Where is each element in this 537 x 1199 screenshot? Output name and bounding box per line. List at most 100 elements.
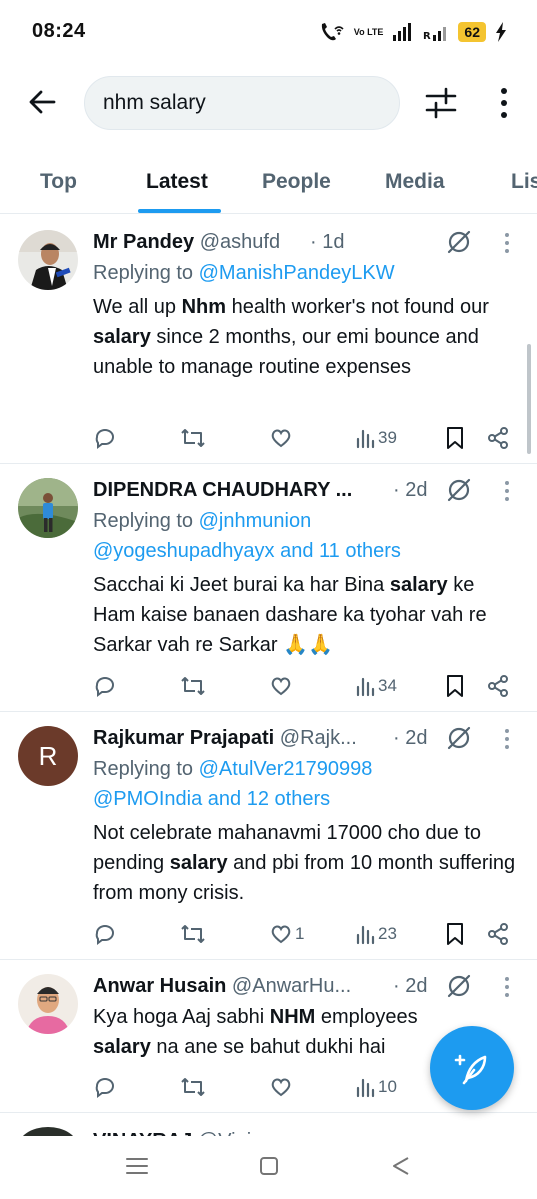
grok-icon[interactable] [445, 476, 473, 504]
recent-apps-button[interactable] [122, 1154, 152, 1178]
like-button[interactable] [269, 1073, 295, 1101]
bookmark-icon [447, 923, 463, 945]
share-button[interactable] [486, 920, 510, 948]
author-name[interactable]: Mr Pandey [93, 231, 194, 253]
search-input[interactable]: nhm salary [84, 76, 400, 130]
view-count: 34 [378, 676, 397, 695]
author-handle[interactable]: @ashufd [200, 231, 280, 253]
reply-button[interactable] [93, 672, 117, 700]
reply-icon [95, 429, 114, 449]
avatar[interactable] [18, 478, 78, 538]
tab-top[interactable]: Top [40, 170, 77, 194]
tab-media[interactable]: Media [385, 170, 445, 194]
back-nav-button[interactable] [386, 1154, 416, 1178]
tweet-more-button[interactable] [500, 726, 514, 752]
charging-icon [495, 22, 507, 42]
author-handle[interactable]: @Rajk... [280, 727, 357, 749]
back-button[interactable] [24, 84, 60, 120]
views-button[interactable]: 10 [356, 1073, 397, 1101]
scrollbar-thumb[interactable] [527, 344, 531, 454]
replying-prefix: Replying to [93, 510, 199, 532]
grok-icon[interactable] [445, 972, 473, 1000]
menu-lines-icon [126, 1158, 148, 1174]
reply-mention[interactable]: @jnhmunion [199, 510, 312, 532]
reply-mention[interactable]: @AtulVer21790998 [199, 758, 373, 780]
tweet[interactable]: R Rajkumar Prajapati @Rajk... · 2d Reply… [0, 712, 537, 960]
views-button[interactable]: 39 [356, 424, 397, 452]
reply-icon [95, 925, 114, 945]
reply-mentions-more[interactable]: @yogeshupadhyayx and 11 others [93, 536, 401, 566]
bookmark-icon [447, 675, 463, 697]
tweet[interactable]: Mr Pandey @ashufd · 1d Replying to @Mani… [0, 216, 537, 464]
share-icon [488, 923, 508, 945]
reply-mention[interactable]: @ManishPandeyLKW [199, 262, 395, 284]
retweet-icon [181, 1078, 205, 1096]
tab-latest[interactable]: Latest [146, 170, 208, 194]
back-triangle-icon [393, 1157, 409, 1175]
sliders-icon [425, 87, 457, 119]
tweet-text-segment: since 2 months, our emi bounce and unabl… [93, 326, 479, 378]
avatar[interactable]: R [18, 726, 78, 786]
like-button[interactable] [269, 672, 295, 700]
reply-button[interactable] [93, 424, 117, 452]
reply-icon [95, 677, 114, 697]
like-button[interactable]: 1 [269, 920, 304, 948]
grok-icon[interactable] [445, 228, 473, 256]
analytics-icon [356, 1078, 375, 1098]
share-button[interactable] [486, 424, 510, 452]
share-button[interactable] [486, 672, 510, 700]
active-tab-indicator [138, 209, 221, 213]
author-name[interactable]: Rajkumar Prajapati [93, 727, 274, 749]
reply-mentions-more[interactable]: @PMOIndia and 12 others [93, 784, 330, 814]
search-filter-button[interactable] [420, 84, 462, 122]
analytics-icon [356, 429, 375, 449]
bookmark-button[interactable] [445, 920, 465, 948]
replying-to: Replying to @ManishPandeyLKW [93, 258, 395, 288]
retweet-button[interactable] [179, 920, 207, 948]
replying-to: Replying to @jnhmunion [93, 506, 311, 536]
tweet-text-segment: We all up [93, 296, 182, 318]
retweet-button[interactable] [179, 1073, 207, 1101]
tweet-header: Anwar Husain @AnwarHu... [93, 972, 385, 1000]
avatar[interactable] [18, 230, 78, 290]
status-icons: Vo LTE R 62 [319, 18, 507, 46]
tweet-actions: 1 23 [93, 920, 518, 948]
arrow-left-icon [29, 90, 56, 114]
home-button[interactable] [254, 1154, 284, 1178]
grok-icon[interactable] [445, 724, 473, 752]
search-tabs: Top Latest People Media Lis [0, 152, 537, 214]
battery-icon: 62 [458, 22, 486, 42]
tweet-time: · 2d [393, 727, 428, 749]
author-name[interactable]: Anwar Husain [93, 975, 226, 997]
tweet-text-segment: Kya hoga Aaj sabhi [93, 1006, 270, 1028]
author-handle[interactable]: @AnwarHu... [232, 975, 351, 997]
like-button[interactable] [269, 424, 295, 452]
overflow-menu-button[interactable] [490, 84, 518, 122]
tweet-text-highlight: Nhm [181, 296, 227, 318]
retweet-button[interactable] [179, 424, 207, 452]
view-count: 10 [378, 1077, 397, 1096]
compose-tweet-button[interactable] [430, 1026, 514, 1110]
svg-text:R: R [423, 31, 431, 42]
retweet-button[interactable] [179, 672, 207, 700]
views-button[interactable]: 34 [356, 672, 397, 700]
bookmark-button[interactable] [445, 672, 465, 700]
tab-people[interactable]: People [262, 170, 331, 194]
tweet-actions: 39 [93, 424, 518, 452]
view-count: 39 [378, 428, 397, 447]
author-name[interactable]: DIPENDRA CHAUDHARY ... [93, 479, 352, 501]
bookmark-button[interactable] [445, 424, 465, 452]
tweet[interactable]: DIPENDRA CHAUDHARY ... · 2d Replying to … [0, 464, 537, 712]
tweet-header: Mr Pandey @ashufd [93, 228, 403, 256]
avatar[interactable] [18, 974, 78, 1034]
reply-button[interactable] [93, 920, 117, 948]
views-button[interactable]: 23 [356, 920, 397, 948]
tab-lists[interactable]: Lis [511, 170, 537, 194]
tweet-more-button[interactable] [500, 974, 514, 1000]
tweet-more-button[interactable] [500, 230, 514, 256]
tweet-text: Sacchai ki Jeet burai ka har Bina salary… [93, 570, 518, 660]
heart-icon [271, 429, 291, 448]
reply-button[interactable] [93, 1073, 117, 1101]
replying-prefix: Replying to [93, 758, 199, 780]
tweet-more-button[interactable] [500, 478, 514, 504]
